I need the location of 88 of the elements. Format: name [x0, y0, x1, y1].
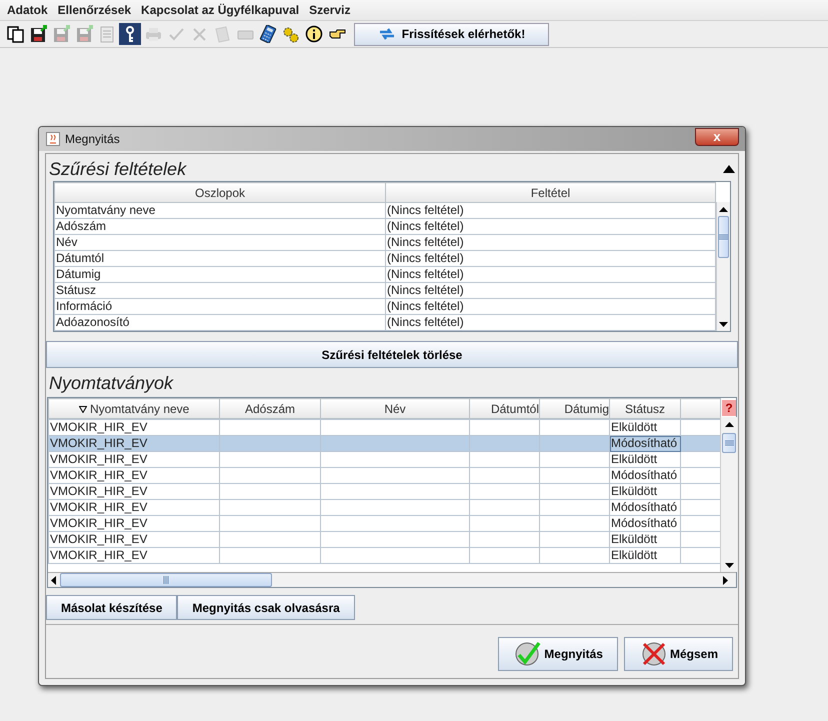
table-row[interactable]: VMOKIR_HIR_EV Módosítható	[48, 500, 720, 516]
table-row[interactable]: VMOKIR_HIR_EV Elküldött	[48, 532, 720, 548]
menu-item[interactable]: Szerviz	[304, 3, 356, 17]
table-cell: (Nincs feltétel)	[386, 314, 716, 330]
table-cell: VMOKIR_HIR_EV	[48, 532, 220, 548]
table-cell: VMOKIR_HIR_EV	[48, 484, 220, 500]
scroll-down-icon	[719, 322, 728, 326]
table-cell: (Nincs feltétel)	[386, 298, 716, 314]
table-cell: VMOKIR_HIR_EV	[48, 452, 220, 468]
toolbar-button[interactable]	[119, 23, 141, 45]
table-cell: VMOKIR_HIR_EV	[48, 548, 220, 564]
table-cell: VMOKIR_HIR_EV	[48, 468, 220, 484]
scroll-down-icon	[724, 562, 734, 568]
info-icon	[305, 25, 323, 43]
table-cell: VMOKIR_HIR_EV	[48, 420, 220, 436]
table-cell: (Nincs feltétel)	[386, 234, 716, 250]
column-header[interactable]: Dátumig	[540, 398, 610, 418]
table-cell: Módosítható	[610, 468, 680, 484]
menu-item[interactable]: Adatok	[2, 3, 53, 17]
table-row[interactable]: VMOKIR_HIR_EV Elküldött	[48, 548, 720, 564]
printer-icon	[144, 25, 162, 43]
menu-item[interactable]: Ellenőrzések	[52, 3, 136, 17]
section-title: Nyomtatványok	[49, 372, 174, 394]
table-cell: Dátumtól	[54, 250, 386, 266]
table-cell: Módosítható	[610, 516, 680, 532]
table-cell: Elküldött	[610, 548, 680, 564]
table-cell: Módosítható	[610, 500, 680, 516]
table-cell: Elküldött	[610, 532, 680, 548]
grip-icon	[719, 234, 728, 240]
app-icon	[46, 132, 60, 146]
table-cell: (Nincs feltétel)	[386, 266, 716, 282]
table-row[interactable]: VMOKIR_HIR_EV Elküldött	[48, 420, 720, 436]
cross-icon	[640, 641, 667, 667]
scroll-up-icon	[719, 206, 728, 212]
table-cell: Módosítható	[610, 436, 680, 452]
table-cell: Dátumig	[54, 266, 386, 282]
column-header[interactable]: Nyomtatvány neve	[48, 398, 220, 418]
clear-filters-button[interactable]: Szűrési feltételek törlése	[46, 341, 738, 368]
column-header[interactable]: Adószám	[220, 398, 320, 418]
table-cell: Név	[54, 234, 386, 250]
table-cell: Elküldött	[610, 484, 680, 500]
table-cell: Adószám	[54, 218, 386, 234]
table-cell: VMOKIR_HIR_EV	[48, 500, 220, 516]
scroll-up-icon	[724, 422, 734, 426]
document-icon	[98, 25, 116, 43]
column-header[interactable]: Státusz	[610, 398, 680, 418]
cancel-button[interactable]: Mégsem	[624, 637, 733, 671]
action-button[interactable]: Megnyitás csak olvasásra	[177, 595, 355, 620]
table-row[interactable]: VMOKIR_HIR_EV Elküldött	[48, 484, 720, 500]
table-cell: (Nincs feltétel)	[386, 250, 716, 266]
open-button[interactable]: Megnyitás	[498, 637, 618, 671]
table-cell: VMOKIR_HIR_EV	[48, 516, 220, 532]
table-row[interactable]: VMOKIR_HIR_EV Elküldött	[48, 452, 720, 468]
menu-item[interactable]: Kapcsolat az Ügyfélkapuval	[136, 3, 304, 17]
table-cell: (Nincs feltétel)	[386, 218, 716, 234]
check-icon	[515, 641, 542, 667]
scrollbar[interactable]	[716, 202, 730, 331]
papers-icon	[213, 25, 231, 43]
update-button[interactable]: Frissítések elérhetők!	[354, 22, 549, 46]
column-header[interactable]: Feltétel	[386, 182, 716, 202]
table-row[interactable]: VMOKIR_HIR_EV Módosítható	[48, 436, 720, 452]
table-cell: Elküldött	[610, 420, 680, 436]
column-header[interactable]: Név	[320, 398, 470, 418]
column-header[interactable]: Oszlopok	[54, 182, 386, 202]
grip-icon	[724, 440, 734, 446]
column-header[interactable]: Dátumtól	[470, 398, 540, 418]
action-button[interactable]: Másolat készítése	[46, 595, 178, 620]
pages-icon	[6, 25, 24, 43]
table-cell: VMOKIR_HIR_EV	[48, 436, 220, 452]
section-title: Szűrési feltételek	[49, 158, 186, 180]
table-cell: Nyomtatvány neve	[54, 202, 386, 218]
table-cell: Információ	[54, 298, 386, 314]
table-cell: (Nincs feltétel)	[386, 282, 716, 298]
scrollbar[interactable]	[720, 417, 737, 572]
grip-icon	[163, 576, 169, 584]
table-row[interactable]: VMOKIR_HIR_EV Módosítható	[48, 468, 720, 484]
table-cell: Adóazonosító	[54, 314, 386, 330]
scroll-right-icon	[723, 576, 728, 584]
table-cell: Státusz	[54, 282, 386, 298]
table-cell: (Nincs feltétel)	[386, 202, 716, 218]
scrollbar[interactable]	[48, 572, 736, 587]
window-title: Megnyitás	[65, 132, 121, 146]
help-button[interactable]: ?	[722, 400, 736, 416]
toolbar-button[interactable]	[303, 23, 325, 45]
table-cell: Elküldött	[610, 452, 680, 468]
arrows-icon	[378, 27, 396, 41]
table-row[interactable]: VMOKIR_HIR_EV Módosítható	[48, 516, 720, 532]
gears-icon	[282, 25, 300, 43]
